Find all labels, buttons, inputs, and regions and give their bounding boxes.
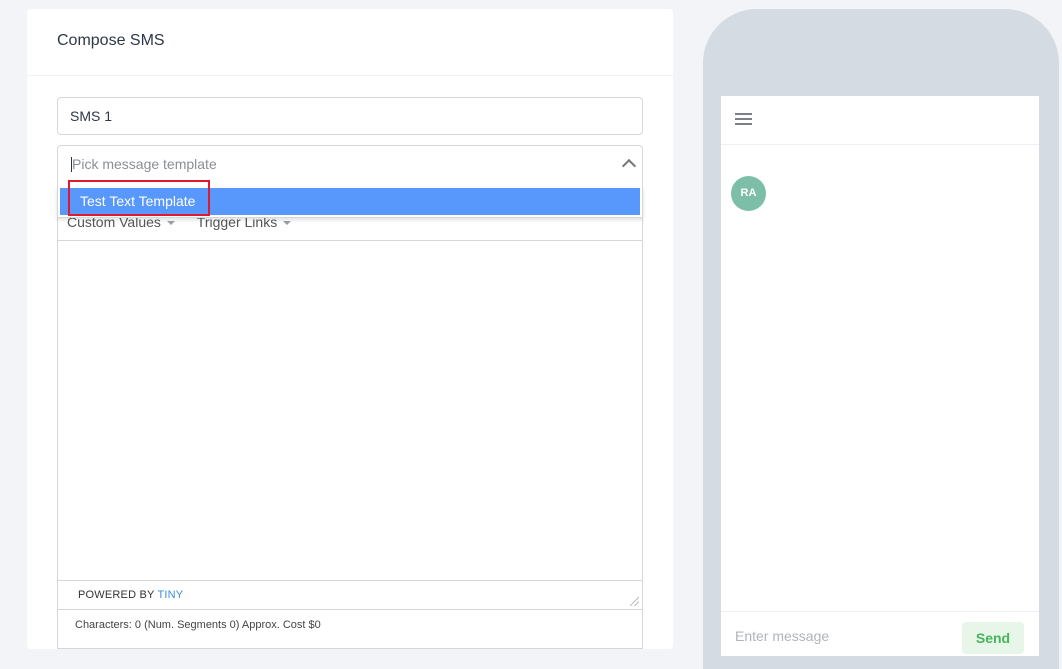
compose-sms-card: Compose SMS SMS 1 Custom Values Trigger … bbox=[27, 9, 673, 649]
send-button[interactable]: Send bbox=[962, 622, 1024, 654]
phone-topbar bbox=[721, 96, 1039, 145]
chevron-down-icon bbox=[283, 221, 292, 226]
resize-grip-icon[interactable] bbox=[630, 597, 639, 606]
sms-name-input[interactable]: SMS 1 bbox=[57, 97, 643, 135]
editor-body[interactable] bbox=[58, 241, 642, 581]
menu-icon[interactable] bbox=[735, 113, 752, 126]
text-cursor bbox=[71, 156, 72, 172]
chevron-up-icon[interactable] bbox=[621, 158, 637, 174]
message-editor: Custom Values Trigger Links POWERED BY T… bbox=[57, 199, 643, 649]
editor-statusbar: POWERED BY TINY bbox=[58, 581, 642, 610]
template-placeholder: Pick message template bbox=[72, 156, 217, 172]
template-select[interactable]: Pick message template bbox=[57, 145, 643, 189]
message-input[interactable]: Enter message bbox=[735, 628, 829, 644]
tiny-link[interactable]: TINY bbox=[157, 589, 183, 601]
compose-title: Compose SMS bbox=[27, 9, 673, 76]
powered-by-label: POWERED BY bbox=[78, 589, 155, 601]
character-count: Characters: 0 (Num. Segments 0) Approx. … bbox=[75, 619, 321, 631]
phone-preview-screen: RA Enter message Send bbox=[721, 96, 1039, 656]
phone-composer: Enter message Send bbox=[721, 611, 1039, 656]
chevron-down-icon bbox=[166, 221, 175, 226]
avatar: RA bbox=[731, 176, 766, 211]
template-dropdown-list: Test Text Template bbox=[57, 187, 643, 218]
template-option-test-text-template[interactable]: Test Text Template bbox=[60, 188, 640, 215]
